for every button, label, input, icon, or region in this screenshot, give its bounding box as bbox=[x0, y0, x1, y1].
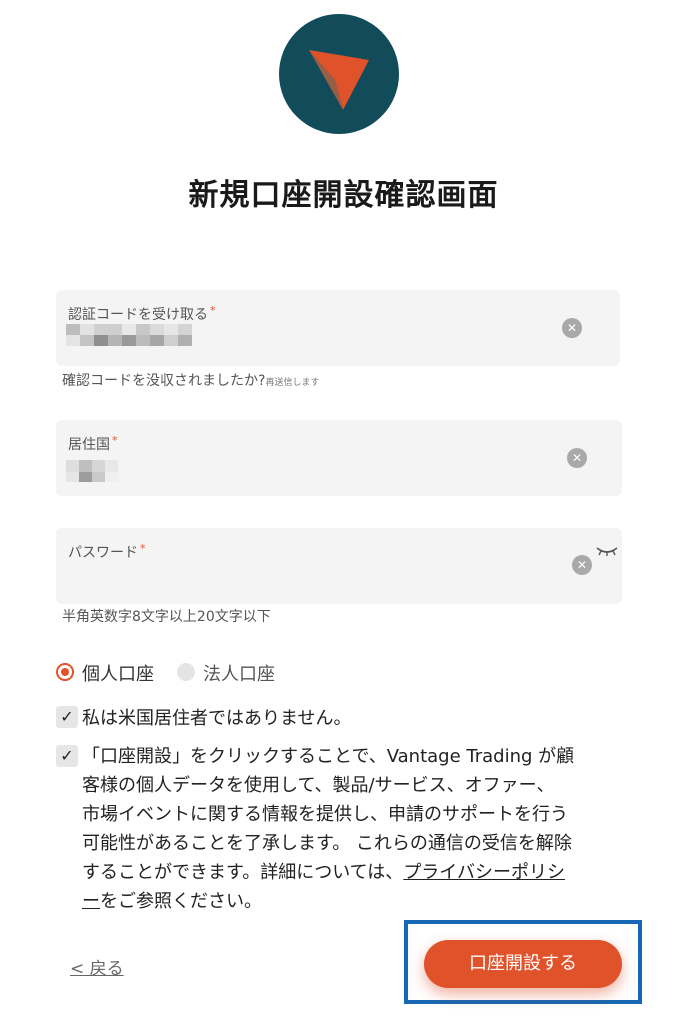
required-mark: * bbox=[140, 542, 146, 555]
password-label-text: パスワード bbox=[68, 545, 138, 561]
radio-corporate-label[interactable]: 法人口座 bbox=[203, 660, 275, 686]
arrow-pointer-icon bbox=[309, 50, 369, 110]
brand-logo bbox=[279, 14, 399, 134]
country-label-text: 居住国 bbox=[68, 437, 110, 453]
verification-help-text: 確認コードを没収されましたか? bbox=[62, 373, 266, 389]
us-resident-checkbox[interactable]: ✓ bbox=[56, 706, 78, 728]
resend-link[interactable]: 再送信します bbox=[265, 378, 319, 388]
masked-value bbox=[66, 324, 192, 346]
country-label: 居住国 * bbox=[68, 434, 118, 454]
consent-line: 「口座開設」をクリックすることで、Vantage Trading が顧 bbox=[82, 746, 575, 767]
verification-code-field[interactable]: 認証コードを受け取る * ✕ bbox=[56, 290, 620, 366]
masked-value bbox=[66, 460, 118, 482]
consent-line: 可能性があることを了承します。 これらの通信の受信を解除 bbox=[82, 833, 572, 854]
back-link[interactable]: < 戻る bbox=[70, 954, 124, 979]
consent-line-text: することができます。詳細については、 bbox=[82, 862, 404, 883]
privacy-policy-link[interactable]: プライバシーポリシ bbox=[403, 862, 565, 883]
clear-icon[interactable]: ✕ bbox=[562, 318, 582, 338]
consent-line: 市場イベントに関する情報を提供し、申請のサポートを行う bbox=[82, 804, 568, 825]
required-mark: * bbox=[112, 434, 118, 447]
open-account-button[interactable]: 口座開設する bbox=[424, 940, 622, 988]
consent-tail-text: をご参照ください。 bbox=[100, 891, 262, 912]
required-mark: * bbox=[210, 304, 216, 317]
password-field[interactable]: パスワード * ✕ bbox=[56, 528, 622, 604]
consent-line: することができます。詳細については、プライバシーポリシ bbox=[82, 858, 565, 884]
consent-checkbox[interactable]: ✓ bbox=[56, 745, 78, 767]
clear-icon[interactable]: ✕ bbox=[572, 555, 592, 575]
eye-closed-icon[interactable] bbox=[594, 544, 620, 558]
password-help: 半角英数字8文字以上20文字以下 bbox=[62, 609, 271, 625]
radio-corporate[interactable] bbox=[177, 663, 195, 681]
page-title: 新規口座開設確認画面 bbox=[188, 178, 499, 213]
radio-individual[interactable] bbox=[56, 663, 74, 681]
us-resident-label: 私は米国居住者ではありません。 bbox=[82, 708, 352, 729]
privacy-policy-link[interactable]: ー bbox=[82, 891, 100, 912]
clear-icon[interactable]: ✕ bbox=[567, 448, 587, 468]
country-field[interactable]: 居住国 * ✕ bbox=[56, 420, 622, 496]
consent-line: ーをご参照ください。 bbox=[82, 887, 262, 913]
verification-help: 確認コードを没収されましたか?再送信します bbox=[62, 370, 319, 390]
consent-line: 客様の個人データを使用して、製品/サービス、オファー、 bbox=[82, 775, 555, 796]
radio-individual-label[interactable]: 個人口座 bbox=[82, 660, 154, 686]
password-label: パスワード * bbox=[68, 542, 146, 562]
verification-code-label-text: 認証コードを受け取る bbox=[68, 307, 208, 323]
verification-code-label: 認証コードを受け取る * bbox=[68, 304, 216, 324]
